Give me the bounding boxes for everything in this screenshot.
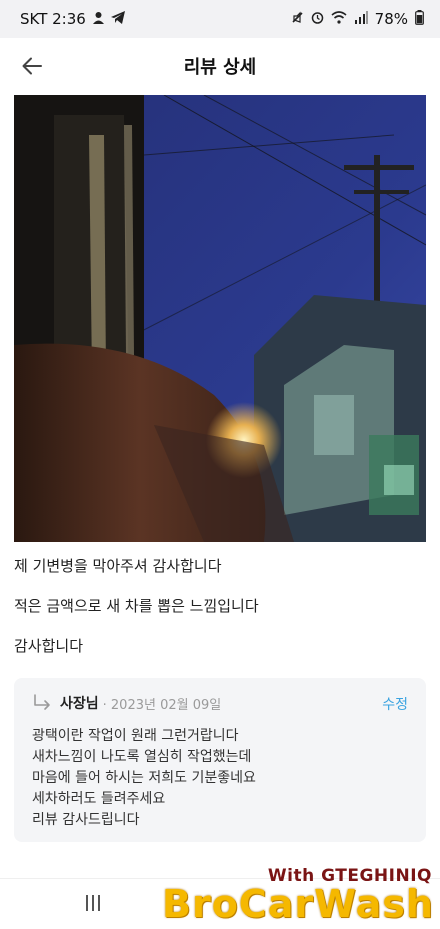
wifi-icon: [331, 11, 347, 27]
watermark-logo: BroCarWash: [162, 882, 434, 926]
page-title: 리뷰 상세: [183, 57, 257, 78]
back-button[interactable]: [14, 48, 50, 84]
battery-icon: [415, 10, 424, 28]
review-line: 제 기변병을 막아주셔 감사합니다: [14, 557, 222, 575]
reply-body: 광택이란 작업이 원래 그런거랍니다 새차느낌이 나도록 열심히 작업했는데 마…: [32, 726, 408, 831]
alarm-icon: [311, 11, 324, 27]
telegram-icon: [110, 11, 125, 27]
recents-icon-bar: [92, 895, 94, 911]
reply-line: 리뷰 감사드립니다: [32, 812, 140, 828]
battery-text: 78%: [374, 10, 408, 28]
reply-line: 마음에 들어 하시는 저희도 기분좋네요: [32, 770, 256, 786]
arrow-left-icon: [22, 57, 42, 75]
review-text: 제 기변병을 막아주셔 감사합니다 적은 금액으로 새 차를 뽑은 느낌입니다 …: [14, 556, 426, 656]
status-bar: SKT 2:36 78%: [0, 0, 440, 38]
reply-line: 새차느낌이 나도록 열심히 작업했는데: [32, 749, 252, 765]
mute-icon: [291, 11, 304, 27]
edit-reply-button[interactable]: 수정: [382, 694, 408, 714]
status-left: SKT 2:36: [20, 10, 125, 28]
recents-icon-bar: [86, 895, 88, 911]
reply-line: 세차하러도 들려주세요: [32, 791, 166, 807]
review-line: 적은 금액으로 새 차를 뽑은 느낌입니다: [14, 597, 259, 615]
status-right: 78%: [291, 10, 424, 28]
carrier-time: SKT 2:36: [20, 10, 86, 28]
reply-author: 사장님: [60, 696, 99, 712]
reply-header: 사장님 · 2023년 02월 09일: [32, 692, 408, 714]
reply-arrow-icon: [34, 694, 50, 710]
app-header: 리뷰 상세: [0, 38, 440, 94]
owner-reply: 사장님 · 2023년 02월 09일 수정 광택이란 작업이 원래 그런거랍니…: [14, 678, 426, 842]
review-photo[interactable]: [14, 95, 426, 542]
review-line: 감사합니다: [14, 637, 84, 655]
recents-button[interactable]: [86, 895, 106, 913]
recents-icon-bar: [98, 895, 100, 911]
user-icon: [92, 11, 105, 27]
signal-icon: [354, 11, 368, 27]
reply-line: 광택이란 작업이 원래 그런거랍니다: [32, 728, 239, 744]
reply-date: · 2023년 02월 09일: [102, 697, 222, 713]
